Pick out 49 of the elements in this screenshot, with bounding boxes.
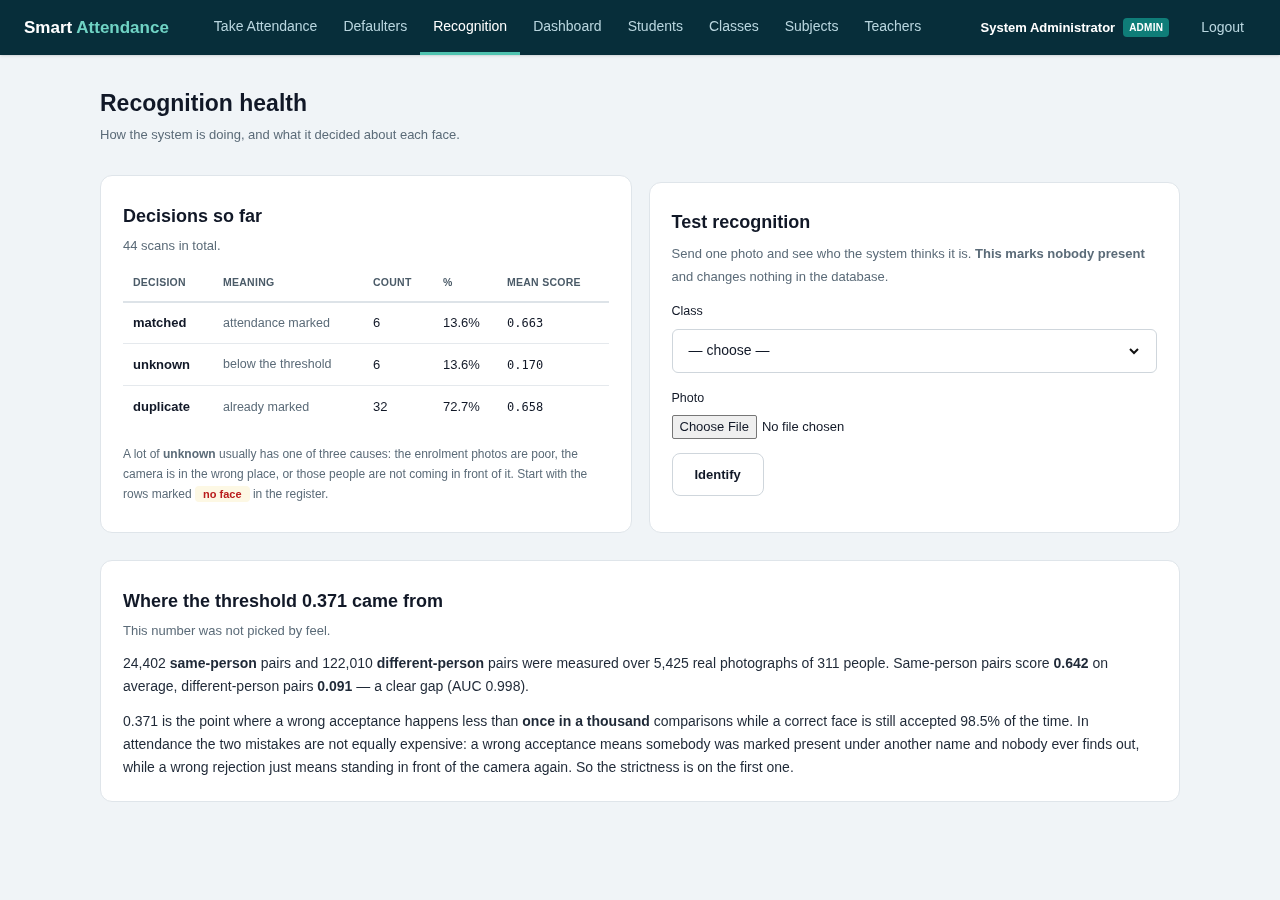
table-cell: 72.7% — [433, 385, 497, 428]
table-cell: 13.6% — [433, 343, 497, 386]
column-header: COUNT — [363, 275, 433, 302]
user-name: System Administrator — [980, 18, 1116, 37]
scan-summary: 44 scans in total. — [123, 236, 222, 255]
explanation-paragraph: 0.371 is the point where a wrong acceptance happens less than once in a thousand comparisons while a correct face is still accepted 98.5% of the time. In attendance the two mistakes are not equally expensive: a wrong acceptance means somebody was marked present under another name and nobody ever finds out, while a wrong rejection just means standing in front of the camera again. So the strictness is on the first one. — [123, 712, 1141, 778]
explanation-paragraph: 24,402 same-person pairs and 122,010 different-person pairs were measured over 5,425 real photographs of 311 people. Same-person pairs score 0.642 on average, different-person pairs 0.091 — a clear gap (AUC 0.998). — [123, 654, 1109, 697]
table-cell: below the threshold — [213, 343, 363, 386]
nav-link[interactable]: Teachers — [851, 0, 935, 55]
nav-link[interactable]: Classes — [695, 0, 772, 55]
choose-file-button[interactable]: Choose File — [671, 415, 757, 439]
table-cell: already marked — [213, 385, 363, 428]
table-cell: matched — [123, 301, 213, 344]
column-header: DECISION — [123, 275, 213, 302]
identify-button[interactable]: Identify — [671, 452, 764, 496]
table-cell: 32 — [363, 385, 433, 428]
class-select[interactable]: — choose — — [671, 328, 1157, 373]
card-subtitle: This number was not picked by feel. — [123, 621, 332, 640]
card-title: Test recognition — [671, 210, 812, 234]
nav-link[interactable]: Subjects — [771, 0, 852, 55]
file-status: No file chosen — [761, 418, 845, 437]
nav-link[interactable]: Defaulters — [330, 0, 421, 55]
column-header: % — [433, 275, 497, 302]
nav-link[interactable]: Dashboard — [520, 0, 615, 55]
column-header: MEANING — [213, 275, 363, 302]
table-cell: 0.658 — [497, 385, 609, 428]
nav-link[interactable]: Take Attendance — [200, 0, 331, 55]
column-header: MEAN SCORE — [497, 275, 609, 302]
table-cell: attendance marked — [213, 301, 363, 344]
table-cell: unknown — [123, 343, 213, 386]
page-subtitle: How the system is doing, and what it decided about each face. — [100, 126, 461, 144]
card-description: Send one photo and see who the system thinks it is. This marks nobody present and changes nothing in the database. — [671, 244, 1146, 286]
table-cell: 0.663 — [497, 301, 609, 344]
page-title: Recognition health — [100, 89, 308, 117]
table-cell: duplicate — [123, 385, 213, 428]
table-cell: 6 — [363, 343, 433, 386]
table-cell: 0.170 — [497, 343, 609, 386]
field-label: Class — [671, 302, 704, 320]
nav-link[interactable]: Students — [614, 0, 696, 55]
logout-link[interactable]: Logout — [1201, 17, 1244, 38]
table-cell: 13.6% — [433, 301, 497, 344]
note-text: A lot of unknown usually has one of three causes: the enrolment photos are poor, the camera is in the wrong place, or those people are not coming in front of it. Start with the rows marked no face in the register. — [123, 445, 589, 504]
table-cell: 6 — [363, 301, 433, 344]
card-title: Where the threshold 0.371 came from — [123, 589, 445, 613]
brand-logo[interactable]: Smart Attendance — [24, 14, 169, 41]
card-title: Decisions so far — [123, 204, 264, 228]
nav-link[interactable]: Recognition — [420, 0, 521, 55]
field-label: Photo — [671, 389, 706, 407]
role-badge: ADMIN — [1123, 18, 1170, 37]
